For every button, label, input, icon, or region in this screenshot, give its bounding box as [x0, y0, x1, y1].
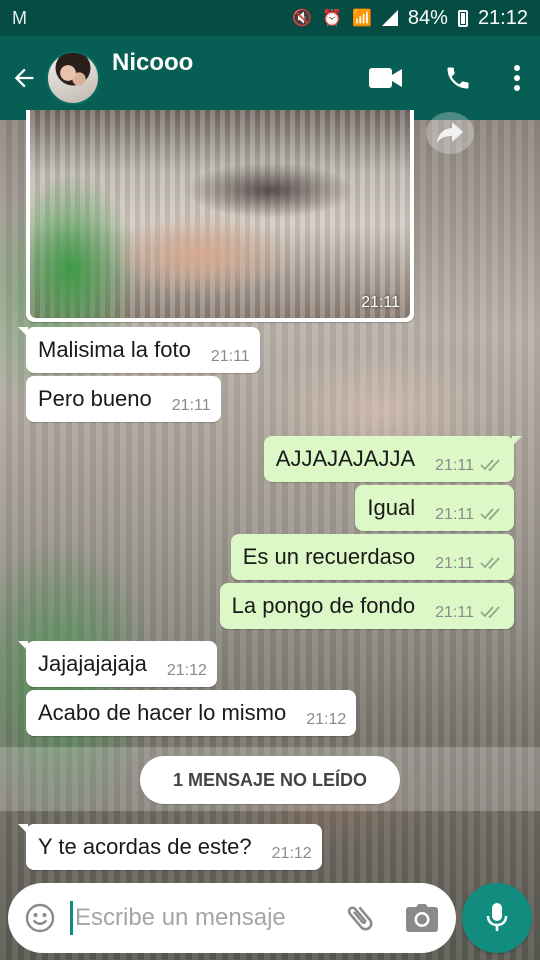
message-text: Es un recuerdaso	[242, 544, 416, 569]
clock: 21:12	[477, 6, 528, 29]
message-text: AJJAJAJAJJA	[275, 446, 416, 471]
shared-photo[interactable]: 21:11	[30, 110, 410, 318]
message-time: 21:11	[361, 294, 400, 311]
video-camera-icon	[369, 68, 402, 88]
message-time: 21:11	[210, 348, 250, 365]
smiley-icon	[25, 903, 55, 933]
vibrate-mute-icon: 🔇	[292, 10, 313, 27]
message-time: 21:12	[166, 662, 207, 679]
back-button[interactable]	[2, 36, 46, 120]
message-bubble-incoming[interactable]: Pero bueno 21:11	[26, 376, 221, 422]
forward-button[interactable]	[426, 112, 474, 154]
message-bubble-outgoing[interactable]: La pongo de fondo 21:11	[219, 583, 514, 629]
unread-divider: 1 MENSAJE NO LEÍDO	[140, 756, 400, 804]
attach-button[interactable]	[340, 898, 380, 938]
double-check-icon	[480, 507, 504, 521]
message-composer	[8, 883, 456, 953]
message-text: Jajajajajaja	[38, 651, 147, 676]
message-bubble-outgoing[interactable]: AJJAJAJAJJA 21:11	[263, 436, 523, 482]
double-check-icon	[480, 556, 504, 570]
status-icons: 🔇 ⏰ 📶 84% 21:12	[292, 7, 528, 30]
text-cursor	[70, 901, 73, 935]
message-text: Y te acordas de este?	[38, 834, 252, 859]
signal-icon	[381, 10, 398, 26]
microphone-icon	[486, 903, 508, 931]
message-input[interactable]	[75, 904, 318, 932]
alarm-icon: ⏰	[322, 10, 342, 27]
message-bubble-incoming[interactable]: Y te acordas de este? 21:12	[18, 824, 322, 870]
header-actions	[350, 36, 540, 120]
double-check-icon	[480, 605, 504, 619]
battery-icon	[457, 9, 468, 27]
emoji-button[interactable]	[22, 900, 58, 936]
message-text: Igual	[367, 495, 416, 520]
message-bubble-incoming[interactable]: Acabo de hacer lo mismo 21:12	[26, 690, 357, 736]
voice-record-button[interactable]	[462, 883, 532, 953]
message-time: 21:12	[306, 711, 347, 728]
contact-name[interactable]: Nicooo	[112, 49, 193, 77]
chat-header: Nicooo	[0, 36, 540, 120]
message-time: 21:11	[171, 397, 211, 414]
video-call-button[interactable]	[350, 36, 422, 120]
paperclip-icon	[347, 906, 373, 931]
status-bar: М 🔇 ⏰ 📶 84% 21:12	[0, 0, 540, 36]
message-time: 21:11	[435, 457, 474, 474]
double-check-icon	[480, 458, 504, 472]
more-vertical-icon	[514, 65, 520, 91]
camera-button[interactable]	[402, 898, 442, 938]
message-text: Malisima la foto	[38, 337, 191, 362]
image-message[interactable]: 21:11	[26, 110, 414, 322]
gmail-notification-icon: М	[12, 7, 27, 28]
wifi-icon: 📶	[351, 10, 372, 27]
message-text: Pero bueno	[38, 386, 152, 411]
message-time: 21:11	[435, 604, 474, 621]
battery-percent: 84%	[407, 6, 448, 29]
phone-icon	[447, 67, 469, 89]
overflow-menu-button[interactable]	[494, 36, 540, 120]
message-text: La pongo de fondo	[231, 593, 416, 618]
camera-icon	[406, 904, 438, 932]
message-bubble-outgoing[interactable]: Igual 21:11	[355, 485, 514, 531]
arrow-left-icon	[14, 68, 34, 88]
message-time: 21:12	[271, 845, 312, 862]
message-text: Acabo de hacer lo mismo	[38, 700, 287, 725]
message-bubble-incoming[interactable]: Malisima la foto 21:11	[18, 327, 260, 373]
contact-avatar[interactable]	[46, 51, 100, 105]
message-time: 21:11	[435, 555, 474, 572]
message-time: 21:11	[435, 506, 474, 523]
message-bubble-incoming[interactable]: Jajajajajaja 21:12	[18, 641, 217, 687]
forward-arrow-icon	[437, 122, 463, 143]
voice-call-button[interactable]	[422, 36, 494, 120]
message-bubble-outgoing[interactable]: Es un recuerdaso 21:11	[230, 534, 514, 580]
